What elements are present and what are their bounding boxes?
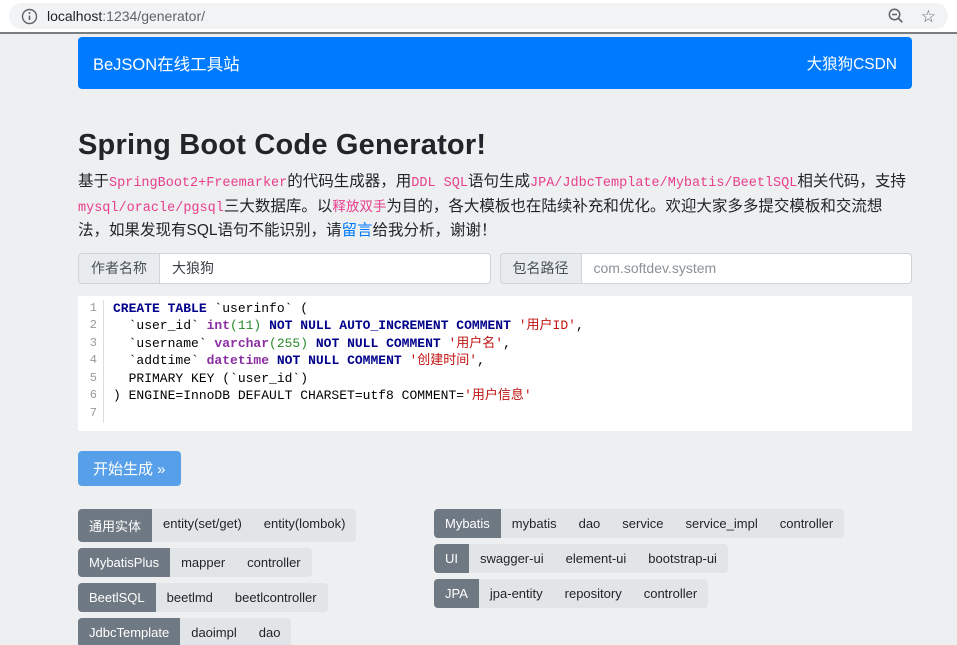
code-term: JPA/JdbcTemplate/Mybatis/BeetlSQL (530, 176, 797, 191)
template-item-button[interactable]: jpa-entity (479, 579, 554, 608)
code-term: DDL SQL (411, 176, 468, 191)
bookmark-star-icon[interactable]: ☆ (921, 8, 936, 25)
browser-chrome: localhost:1234/generator/ ☆ (0, 0, 957, 34)
address-bar[interactable]: localhost:1234/generator/ ☆ (9, 3, 948, 29)
navbar-csdn-link[interactable]: 大狼狗CSDN (807, 52, 897, 74)
navbar-brand[interactable]: BeJSON在线工具站 (93, 51, 240, 75)
template-item-button[interactable]: element-ui (555, 544, 638, 573)
template-group: JPAjpa-entityrepositorycontroller (434, 579, 708, 608)
template-item-button[interactable]: dao (568, 509, 612, 538)
line-code: CREATE TABLE `userinfo` ( (104, 300, 308, 318)
code-term: SpringBoot2+Freemarker (109, 176, 287, 191)
template-item-button[interactable]: beetlcontroller (224, 583, 328, 612)
editor-line: 6) ENGINE=InnoDB DEFAULT CHARSET=utf8 CO… (78, 387, 912, 405)
url-host: localhost (47, 8, 102, 24)
template-groups: 通用实体entity(set/get)entity(lombok) Mybatis… (78, 509, 912, 645)
editor-line: 5 PRIMARY KEY (`user_id`) (78, 370, 912, 388)
template-item-button[interactable]: mybatis (501, 509, 568, 538)
line-code: `addtime` datetime NOT NULL COMMENT '创建时… (104, 352, 485, 370)
group-head-button[interactable]: JPA (434, 579, 479, 608)
editor-line: 2 `user_id` int(11) NOT NULL AUTO_INCREM… (78, 317, 912, 335)
template-group: Mybatismybatisdaoserviceservice_implcont… (434, 509, 844, 538)
group-head-button[interactable]: JdbcTemplate (78, 618, 180, 645)
line-code: PRIMARY KEY (`user_id`) (104, 370, 308, 388)
page: BeJSON在线工具站 大狼狗CSDN Spring Boot Code Gen… (78, 37, 912, 645)
line-code: ) ENGINE=InnoDB DEFAULT CHARSET=utf8 COM… (104, 387, 532, 405)
description: 基于SpringBoot2+Freemarker的代码生成器，用DDL SQL语… (78, 171, 912, 243)
template-item-button[interactable]: daoimpl (180, 618, 248, 645)
url-path: :1234/generator/ (102, 8, 205, 24)
description-text: 语句生成 (468, 173, 530, 190)
template-groups-left: 通用实体entity(set/get)entity(lombok) Mybatis… (78, 509, 434, 645)
sql-editor[interactable]: 1CREATE TABLE `userinfo` (2 `user_id` in… (78, 296, 912, 431)
template-group: 通用实体entity(set/get)entity(lombok) (78, 509, 356, 542)
template-item-button[interactable]: service_impl (674, 509, 768, 538)
line-number: 2 (78, 317, 104, 335)
line-code: `user_id` int(11) NOT NULL AUTO_INCREMEN… (104, 317, 584, 335)
template-group: UIswagger-uielement-uibootstrap-ui (434, 544, 728, 573)
template-groups-right: Mybatismybatisdaoserviceservice_implcont… (434, 509, 912, 645)
group-head-button[interactable]: 通用实体 (78, 509, 152, 542)
template-group: JdbcTemplatedaoimpldao (78, 618, 291, 645)
url-text: localhost:1234/generator/ (47, 8, 205, 24)
editor-line: 7 (78, 405, 912, 423)
description-text: 基于 (78, 173, 109, 190)
generate-button[interactable]: 开始生成 » (78, 451, 181, 486)
description-text: 给我分析，谢谢！ (373, 222, 497, 239)
description-text: 三大数据库。以 (224, 198, 333, 215)
description-text: 相关代码，支持 (797, 173, 906, 190)
description-text: 的代码生成器，用 (287, 173, 411, 190)
group-head-button[interactable]: MybatisPlus (78, 548, 170, 577)
group-head-button[interactable]: UI (434, 544, 469, 573)
message-board-link[interactable]: 留言 (342, 222, 373, 239)
author-input-group: 作者名称 (78, 253, 491, 284)
author-input[interactable] (159, 253, 491, 284)
template-item-button[interactable]: service (611, 509, 674, 538)
line-code (104, 405, 121, 423)
settings-form: 作者名称 包名路径 (78, 253, 912, 284)
editor-line: 4 `addtime` datetime NOT NULL COMMENT '创… (78, 352, 912, 370)
code-term: 释放双手 (332, 201, 386, 216)
line-number: 3 (78, 335, 104, 353)
template-item-button[interactable]: repository (554, 579, 633, 608)
template-item-button[interactable]: controller (236, 548, 311, 577)
line-number: 1 (78, 300, 104, 318)
author-label: 作者名称 (78, 253, 159, 284)
zoom-out-icon[interactable] (887, 7, 905, 25)
template-item-button[interactable]: beetlmd (156, 583, 224, 612)
line-number: 6 (78, 387, 104, 405)
template-item-button[interactable]: dao (248, 618, 292, 645)
site-navbar: BeJSON在线工具站 大狼狗CSDN (78, 37, 912, 89)
editor-line: 3 `username` varchar(255) NOT NULL COMME… (78, 335, 912, 353)
template-item-button[interactable]: mapper (170, 548, 236, 577)
code-term: mysql/oracle/pgsql (78, 201, 224, 216)
template-item-button[interactable]: entity(lombok) (253, 509, 357, 542)
template-item-button[interactable]: swagger-ui (469, 544, 555, 573)
package-label: 包名路径 (500, 253, 581, 284)
template-item-button[interactable]: controller (769, 509, 844, 538)
template-item-button[interactable]: entity(set/get) (152, 509, 253, 542)
group-head-button[interactable]: Mybatis (434, 509, 501, 538)
page-info-icon[interactable] (21, 8, 38, 25)
package-input[interactable] (581, 253, 913, 284)
page-title: Spring Boot Code Generator! (78, 129, 912, 162)
template-item-button[interactable]: bootstrap-ui (637, 544, 728, 573)
editor-line: 1CREATE TABLE `userinfo` ( (78, 300, 912, 318)
template-item-button[interactable]: controller (633, 579, 708, 608)
line-number: 7 (78, 405, 104, 423)
template-group: MybatisPlusmappercontroller (78, 548, 312, 577)
package-input-group: 包名路径 (500, 253, 913, 284)
line-number: 5 (78, 370, 104, 388)
line-number: 4 (78, 352, 104, 370)
group-head-button[interactable]: BeetlSQL (78, 583, 156, 612)
line-code: `username` varchar(255) NOT NULL COMMENT… (104, 335, 511, 353)
template-group: BeetlSQLbeetlmdbeetlcontroller (78, 583, 328, 612)
